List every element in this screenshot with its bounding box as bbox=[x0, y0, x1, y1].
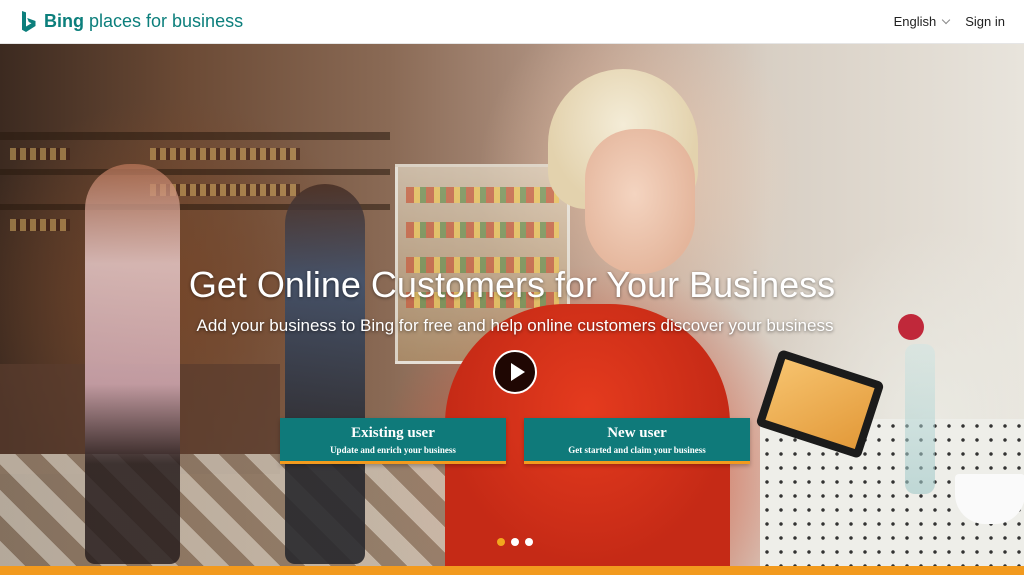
language-label: English bbox=[893, 14, 937, 29]
hero-headline: Get Online Customers for Your Business bbox=[188, 264, 836, 305]
language-selector[interactable]: English bbox=[893, 14, 951, 29]
new-user-title: New user bbox=[607, 425, 667, 441]
bing-logo-icon bbox=[22, 10, 36, 32]
sign-in-link[interactable]: Sign in bbox=[965, 14, 1005, 29]
carousel-dot-3[interactable] bbox=[525, 538, 533, 546]
hero-banner: Get Online Customers for Your Business A… bbox=[0, 44, 1024, 566]
bottom-accent-bar bbox=[0, 566, 1024, 575]
existing-user-button[interactable]: Existing user Update and enrich your bus… bbox=[280, 418, 506, 464]
new-user-subtitle: Get started and claim your business bbox=[568, 445, 706, 455]
existing-user-subtitle: Update and enrich your business bbox=[330, 445, 456, 455]
hero-subheadline: Add your business to Bing for free and h… bbox=[196, 316, 834, 335]
bing-places-logo[interactable]: Bing places for business bbox=[20, 10, 243, 34]
brand-name: Bing places for business bbox=[44, 11, 244, 31]
new-user-button[interactable]: New user Get started and claim your busi… bbox=[524, 418, 750, 464]
carousel-dot-2[interactable] bbox=[511, 538, 519, 546]
carousel-dot-1[interactable] bbox=[497, 538, 505, 546]
existing-user-title: Existing user bbox=[351, 425, 435, 441]
top-header: Bing places for business English Sign in bbox=[0, 0, 1024, 44]
chevron-down-icon bbox=[942, 15, 951, 24]
play-video-button[interactable] bbox=[493, 350, 537, 394]
carousel-indicators bbox=[497, 538, 539, 546]
play-icon bbox=[511, 363, 525, 381]
